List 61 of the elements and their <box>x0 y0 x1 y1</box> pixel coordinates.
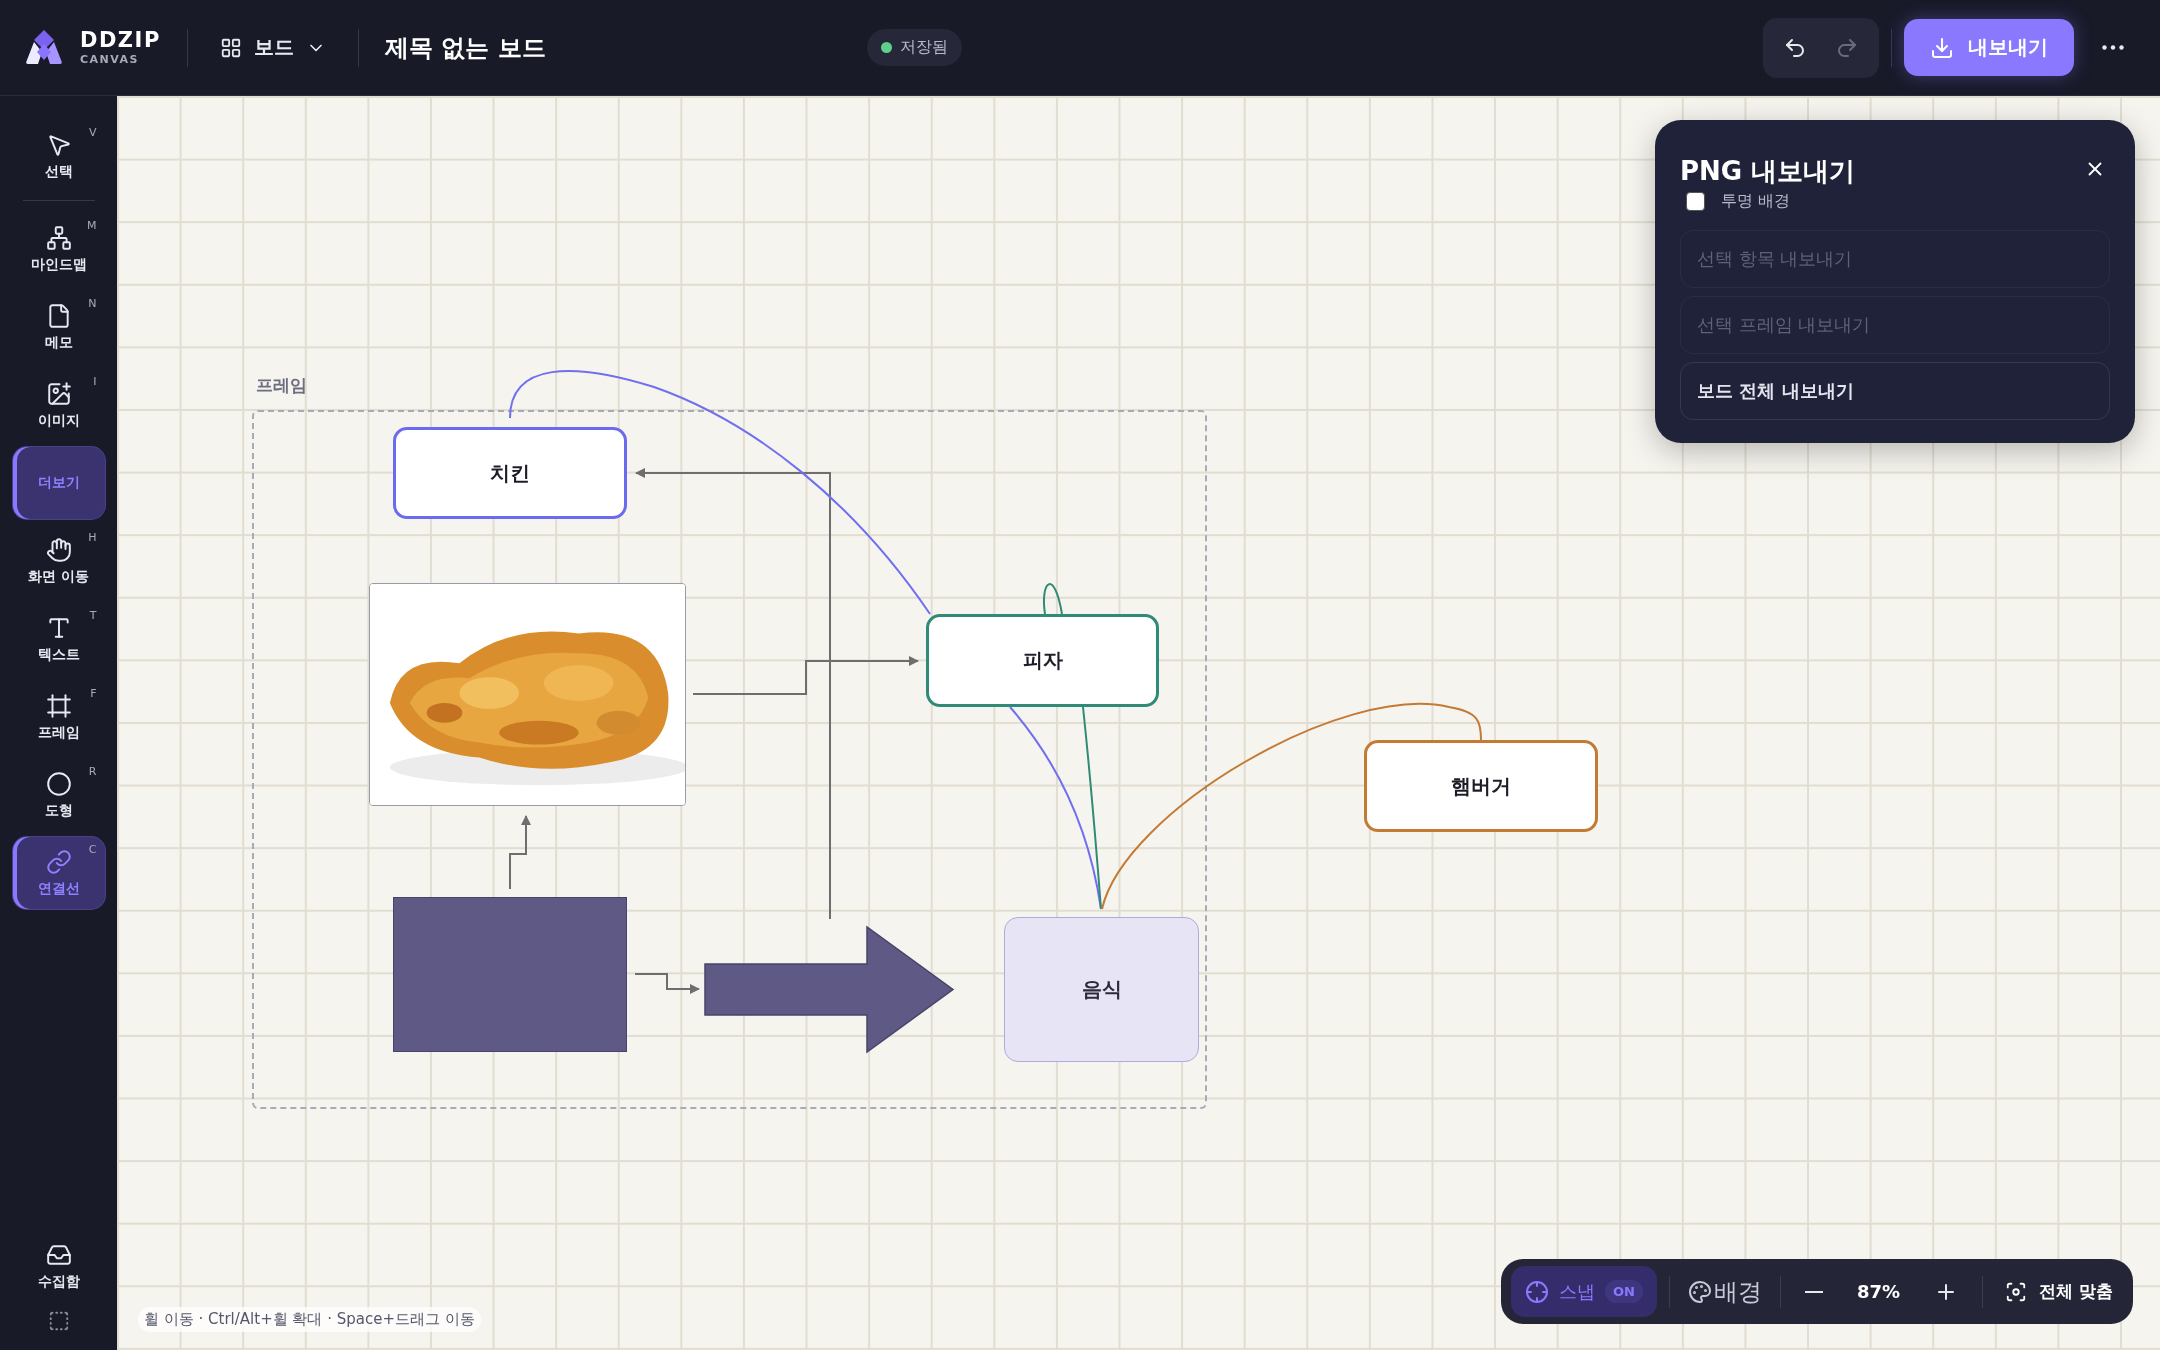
grid-icon <box>219 36 242 59</box>
shortcut-key: F <box>90 687 97 700</box>
mindmap-node[interactable]: 치킨 <box>393 427 627 519</box>
hand-icon <box>45 536 72 563</box>
zoom-level: 87% <box>1856 1281 1902 1302</box>
frame-icon <box>45 692 72 719</box>
tool-button[interactable]: V 선택 <box>12 120 105 192</box>
circle-icon <box>45 770 72 797</box>
tool-button[interactable]: H 화면 이동 <box>12 525 105 597</box>
link-icon <box>45 848 72 875</box>
shortcut-key: R <box>88 765 97 778</box>
inbox-button[interactable]: 수집함 <box>12 1230 105 1302</box>
tool-button[interactable]: 더보기 <box>12 447 105 519</box>
palette-icon <box>1688 1279 1712 1304</box>
on-badge: ON <box>1605 1280 1643 1303</box>
connector-line[interactable] <box>1042 583 1063 615</box>
tool-button[interactable]: C 연결선 <box>12 837 105 909</box>
shortcut-key: M <box>87 219 97 232</box>
more-icon <box>2102 45 2124 50</box>
connector-line[interactable] <box>634 973 700 994</box>
shortcut-key: I <box>93 375 97 388</box>
tool-button[interactable]: I 이미지 <box>12 369 105 441</box>
save-status: 저장됨 <box>866 29 962 66</box>
board-title[interactable]: 제목 없는 보드 <box>384 31 546 64</box>
logo-subtitle: CANVAS <box>80 52 140 66</box>
snap-toggle[interactable]: 스냅 ON <box>1511 1266 1657 1317</box>
tool-button[interactable]: R 도형 <box>12 759 105 831</box>
fit-icon <box>2005 1280 2028 1303</box>
shortcut-key: V <box>88 126 97 139</box>
shortcut-key: H <box>88 531 97 544</box>
connector-line[interactable] <box>635 468 831 920</box>
tool-button[interactable]: T 텍스트 <box>12 603 105 675</box>
logo-name: DDZIP <box>80 29 161 53</box>
connector-line[interactable] <box>509 815 531 890</box>
download-icon <box>1930 35 1954 60</box>
panel-title: PNG 내보내기 <box>1680 155 1856 188</box>
view-menu[interactable]: 보드 <box>213 28 332 67</box>
fit-button[interactable]: 전체 맞춤 <box>1995 1280 2123 1303</box>
minus-icon <box>1805 1290 1823 1293</box>
frame-label: 프레임 <box>256 374 307 397</box>
mindmap-node[interactable]: 햄버거 <box>1364 740 1598 832</box>
arrow-shape[interactable] <box>704 925 955 1054</box>
mindmap-icon <box>45 224 72 251</box>
image-plus-icon <box>45 380 72 407</box>
shortcut-key: T <box>89 609 97 622</box>
mindmap-node[interactable]: 피자 <box>926 614 1159 707</box>
export-option[interactable]: 보드 전체 내보내기 <box>1680 362 2110 420</box>
shortcut-key: C <box>88 843 97 856</box>
checkbox[interactable] <box>1686 192 1705 211</box>
tool-button[interactable]: N 메모 <box>12 291 105 363</box>
checkbox-label: 투명 배경 <box>1721 191 1791 212</box>
connector-line[interactable] <box>692 656 919 695</box>
crosshair-icon <box>1525 1279 1550 1304</box>
connector-line[interactable] <box>1082 706 1102 910</box>
navigation-hint: 휠 이동 · Ctrl/Alt+휠 확대 · Space+드래그 이동 <box>138 1307 481 1332</box>
background-button[interactable]: 배경 <box>1682 1275 1768 1308</box>
select-area-icon[interactable] <box>47 1310 70 1332</box>
memo-node[interactable]: 음식 <box>1004 917 1199 1062</box>
tool-button[interactable]: F 프레임 <box>12 681 105 753</box>
tool-button[interactable]: M 마인드맵 <box>12 213 105 285</box>
shortcut-key: N <box>88 297 97 310</box>
